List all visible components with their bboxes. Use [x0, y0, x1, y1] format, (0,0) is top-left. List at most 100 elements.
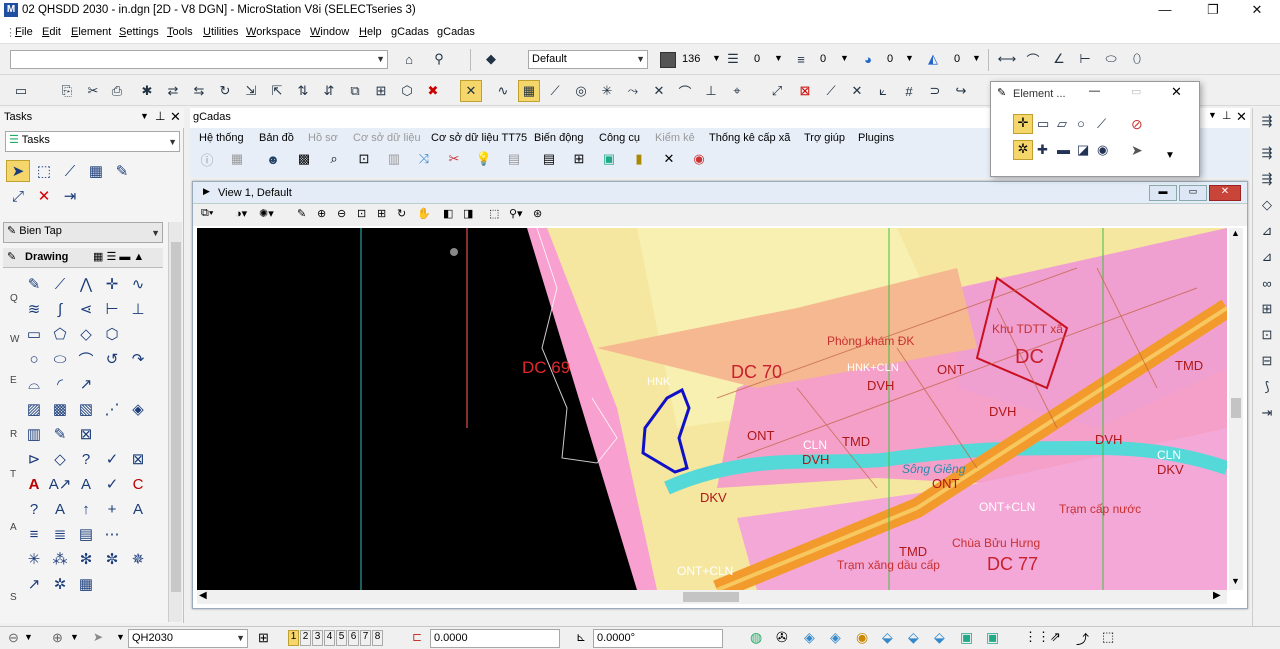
linear-pattern-icon[interactable]: ⋰: [100, 398, 124, 420]
tool11-icon[interactable]: ⬡: [396, 80, 418, 102]
tag4-icon[interactable]: ✓: [100, 448, 124, 470]
curve-icon[interactable]: ∫: [48, 298, 72, 320]
view-hscroll[interactable]: ◀ ▶: [197, 590, 1227, 604]
close-icon[interactable]: ✕: [170, 109, 181, 125]
camera-icon[interactable]: ⊛: [533, 207, 542, 220]
view-6-button[interactable]: 6: [348, 630, 359, 646]
view-next-icon[interactable]: ◨: [463, 207, 473, 220]
snap11-icon[interactable]: ⟀: [872, 80, 894, 102]
view-1-button[interactable]: 1: [288, 630, 299, 646]
view-5-button[interactable]: 5: [336, 630, 347, 646]
measure-volume-icon[interactable]: ⬯: [1126, 48, 1148, 70]
close-button[interactable]: ✕: [1234, 0, 1280, 22]
modify-arc-icon[interactable]: ↗: [74, 373, 98, 395]
measure-length-icon[interactable]: ⊢: [1074, 48, 1096, 70]
bien-tap-dropdown[interactable]: ✎ Bien Tap ▼: [3, 222, 163, 243]
tool8-icon[interactable]: ⇵: [318, 80, 340, 102]
snap-intersect-icon[interactable]: ✕: [648, 80, 670, 102]
layer5-icon[interactable]: ⬙: [908, 629, 919, 646]
view-groups-icon[interactable]: ⊞: [258, 630, 269, 646]
individual-mode-icon[interactable]: ✛: [1013, 114, 1033, 134]
place-stream-icon[interactable]: ∿: [126, 273, 150, 295]
rt-tool8-icon[interactable]: ⊞: [1256, 298, 1278, 320]
snap-perp-icon[interactable]: ⊥: [700, 80, 722, 102]
arc2-icon[interactable]: ↺: [100, 348, 124, 370]
tool9-icon[interactable]: ⧉: [344, 80, 366, 102]
pattern-icon[interactable]: ▧: [74, 398, 98, 420]
zoom-out-icon[interactable]: ⊖: [337, 207, 346, 220]
place-line-icon[interactable]: ⟋: [48, 273, 72, 295]
snap5-icon[interactable]: ⌒: [674, 80, 696, 102]
gmenu-cong-cu[interactable]: Công cụ: [599, 132, 640, 144]
text-scale-icon[interactable]: A: [74, 473, 98, 495]
text-edit-icon[interactable]: +: [100, 498, 124, 520]
gmenu-he-thong[interactable]: Hệ thống: [199, 132, 244, 144]
chevron-down-icon[interactable]: ▼: [116, 632, 125, 642]
sym4-icon[interactable]: ✼: [100, 548, 124, 570]
menu-window[interactable]: Window: [310, 26, 349, 38]
show-pattern-icon[interactable]: ◈: [126, 398, 150, 420]
sym1-icon[interactable]: ✳: [22, 548, 46, 570]
filter-icon[interactable]: ⚲: [428, 48, 450, 70]
pattern2-icon[interactable]: ▥: [22, 423, 46, 445]
maximize-button[interactable]: ❐: [1190, 0, 1236, 22]
pin-icon[interactable]: ⊥: [155, 109, 165, 123]
layer6-icon[interactable]: ⬙: [934, 629, 945, 646]
drawing-header[interactable]: ✎ Drawing ▦ ☰ ▬ ▲: [3, 248, 163, 268]
chevron-down-icon[interactable]: ▼: [140, 111, 149, 121]
sync-icon[interactable]: ⤨: [415, 150, 433, 168]
rotate-view-icon[interactable]: ↻: [397, 207, 406, 220]
view-minimize-button[interactable]: ▬: [1149, 185, 1177, 201]
tool2-icon[interactable]: ⇄: [162, 80, 184, 102]
minimize-button[interactable]: —: [1142, 0, 1188, 22]
line-weight-icon[interactable]: ≡: [790, 48, 812, 70]
snap13-icon[interactable]: ⊃: [924, 80, 946, 102]
info-icon[interactable]: ⓘ: [198, 150, 216, 168]
bisector-icon[interactable]: ⊢: [100, 298, 124, 320]
gmenu-thong-ke[interactable]: Thống kê cấp xã: [709, 132, 790, 144]
new-select-icon[interactable]: ✲: [1013, 140, 1033, 160]
rt-tool5-icon[interactable]: ⊿: [1256, 220, 1278, 242]
snap12-icon[interactable]: #: [898, 80, 920, 102]
construct-icon[interactable]: ⋖: [74, 298, 98, 320]
select-snap-icon[interactable]: ✕: [460, 80, 482, 102]
text-attr-icon[interactable]: A: [126, 498, 150, 520]
view-close-button[interactable]: ✕: [1209, 185, 1241, 201]
text-stack-icon[interactable]: ≣: [48, 523, 72, 545]
priority-icon[interactable]: ◭: [922, 48, 944, 70]
element-selection-icon[interactable]: ➤: [6, 160, 30, 182]
tag-icon[interactable]: ⊳: [22, 448, 46, 470]
add-icon[interactable]: ✚: [1037, 142, 1048, 158]
tag5-icon[interactable]: ⊠: [126, 448, 150, 470]
tag3-icon[interactable]: ?: [74, 448, 98, 470]
color-swatch[interactable]: [660, 52, 676, 68]
tag2-icon[interactable]: ◇: [48, 448, 72, 470]
tool10-icon[interactable]: ⊞: [370, 80, 392, 102]
view-3-button[interactable]: 3: [312, 630, 323, 646]
text-node-icon[interactable]: ▤: [74, 523, 98, 545]
menu-workspace[interactable]: Workspace: [246, 26, 301, 38]
toolbox-icon[interactable]: ⌂: [398, 48, 420, 70]
sym5-icon[interactable]: ✵: [126, 548, 150, 570]
users-icon[interactable]: ☻: [264, 150, 282, 168]
gmenu-plugins[interactable]: Plugins: [858, 132, 894, 144]
ellipse-icon[interactable]: ⬭: [48, 348, 72, 370]
layer3-icon[interactable]: ◉: [856, 629, 868, 646]
menu-settings[interactable]: Settings: [119, 26, 159, 38]
model-select[interactable]: QH2030 ▼: [128, 629, 248, 648]
chevron-down-icon[interactable]: ▼: [905, 53, 914, 63]
sym8-icon[interactable]: ▦: [74, 573, 98, 595]
snap-center-icon[interactable]: ◎: [570, 80, 592, 102]
sym6-icon[interactable]: ↗: [22, 573, 46, 595]
delete-icon[interactable]: ✖: [422, 80, 444, 102]
zoom-in-icon[interactable]: ⊕: [317, 207, 326, 220]
layer2-icon[interactable]: ◈: [830, 629, 841, 646]
sym3-icon[interactable]: ✻: [74, 548, 98, 570]
place-point-icon[interactable]: ✛: [100, 273, 124, 295]
rt-tool7-icon[interactable]: ∞: [1256, 272, 1278, 294]
place-text-icon[interactable]: A: [22, 473, 46, 495]
close-icon[interactable]: ✕: [1236, 109, 1247, 125]
gmenu-tro-giup[interactable]: Trợ giúp: [804, 132, 845, 144]
pan-icon[interactable]: ✋: [417, 207, 431, 220]
sym7-icon[interactable]: ✲: [48, 573, 72, 595]
